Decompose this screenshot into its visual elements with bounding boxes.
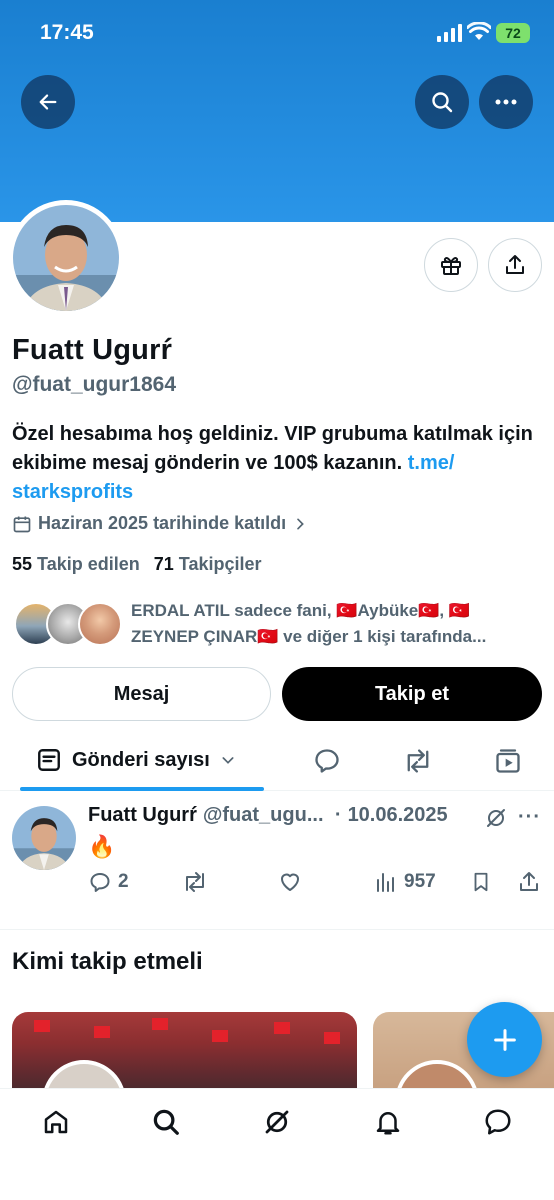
- bell-icon[interactable]: [373, 1107, 403, 1137]
- grok-icon[interactable]: [262, 1107, 292, 1137]
- post-author-handle[interactable]: @fuat_ugu...: [203, 804, 329, 827]
- plus-icon: [493, 1028, 516, 1051]
- bottom-nav: [0, 1088, 554, 1200]
- messages-icon[interactable]: [483, 1107, 513, 1137]
- chevron-down-icon: [222, 757, 234, 764]
- status-time: 17:45: [40, 21, 94, 44]
- search-icon[interactable]: [151, 1107, 181, 1137]
- reply-button[interactable]: 2: [88, 870, 129, 894]
- who-to-follow-title: Kimi takip etmeli: [12, 948, 203, 975]
- joined-label: Haziran 2025 tarihinde katıldı: [38, 513, 287, 533]
- share-profile-button[interactable]: [488, 238, 542, 292]
- tab-posts-label: Gönderi sayısı: [72, 748, 210, 771]
- followed-by-text: ERDAL ATIL sadece fani, 🇹🇷Aybüke🇹🇷, 🇹🇷 Z…: [131, 598, 531, 650]
- share-post-button[interactable]: [517, 870, 541, 894]
- post-content: 🔥: [88, 834, 116, 859]
- following-count: 55: [12, 554, 33, 574]
- views-button[interactable]: 957: [374, 870, 436, 894]
- reply-count: 2: [118, 871, 129, 892]
- follow-button[interactable]: Takip et: [282, 667, 542, 721]
- battery-level: 72: [505, 25, 521, 41]
- signal-icon: [437, 24, 462, 42]
- followers-label: Takipçiler: [178, 554, 262, 574]
- more-icon: [495, 99, 517, 105]
- message-button[interactable]: Mesaj: [12, 667, 271, 721]
- flag-decoration: [34, 1020, 50, 1032]
- like-button[interactable]: [278, 870, 302, 894]
- share-icon: [520, 872, 538, 891]
- reply-icon: [90, 873, 110, 892]
- profile-avatar[interactable]: [8, 200, 124, 316]
- posts-icon: [38, 749, 60, 771]
- post-date[interactable]: 10.06.2025: [348, 804, 448, 827]
- flag-decoration: [274, 1022, 290, 1034]
- wifi-icon: [467, 22, 491, 40]
- flag-decoration: [212, 1030, 228, 1042]
- follower-avatar: [78, 602, 122, 646]
- followers-stat[interactable]: 71 Takipçiler: [154, 554, 262, 575]
- followed-by-line: ZEYNEP ÇINAR🇹🇷 ve diğer 1 kişi tarafında…: [131, 627, 487, 646]
- flag-decoration: [94, 1026, 110, 1038]
- repost-button[interactable]: [182, 870, 208, 894]
- avatar-photo: [13, 205, 119, 311]
- tab-posts[interactable]: Gönderi sayısı: [36, 747, 236, 773]
- tab-media[interactable]: [494, 747, 522, 775]
- battery-indicator: 72: [496, 23, 530, 43]
- repost-icon: [186, 872, 204, 892]
- flag-decoration: [324, 1032, 340, 1044]
- avatar-photo: [12, 806, 76, 870]
- post-item[interactable]: Fuatt Ugurŕ @fuat_ugu... · 10.06.2025 ··…: [0, 792, 554, 930]
- compose-button[interactable]: [467, 1002, 542, 1077]
- post-header: Fuatt Ugurŕ @fuat_ugu... · 10.06.2025: [88, 804, 448, 827]
- bookmark-button[interactable]: [470, 870, 492, 894]
- profile-bio: Özel hesabıma hoş geldiniz. VIP grubuma …: [12, 420, 552, 507]
- followers-count: 71: [153, 554, 174, 574]
- back-button[interactable]: [21, 75, 75, 129]
- post-separator: ·: [334, 804, 342, 826]
- joined-date[interactable]: Haziran 2025 tarihinde katıldı: [12, 513, 308, 534]
- followed-by-line: ERDAL ATIL sadece fani, 🇹🇷Aybüke🇹🇷, 🇹🇷: [131, 601, 471, 620]
- status-bar: 17:45 72: [0, 0, 554, 66]
- chevron-right-icon: [297, 518, 304, 529]
- gift-icon: [441, 257, 461, 275]
- home-icon[interactable]: [41, 1107, 71, 1137]
- share-icon: [506, 255, 524, 274]
- back-arrow-icon: [39, 94, 57, 110]
- profile-handle: @fuat_ugur1864: [12, 373, 177, 396]
- gift-button[interactable]: [424, 238, 478, 292]
- views-count: 957: [404, 871, 436, 892]
- active-tab-indicator: [20, 787, 264, 791]
- post-author-name[interactable]: Fuatt Ugurŕ: [88, 804, 197, 827]
- follow-stats: 55 Takip edilen 71 Takipçiler: [12, 554, 262, 575]
- post-more-icon[interactable]: ···: [518, 806, 541, 829]
- followed-by-row[interactable]: ERDAL ATIL sadece fani, 🇹🇷Aybüke🇹🇷, 🇹🇷 Z…: [14, 600, 544, 650]
- search-icon: [432, 92, 453, 113]
- following-label: Takip edilen: [37, 554, 140, 574]
- tab-replies[interactable]: [313, 747, 341, 775]
- profile-tabs: Gönderi sayısı: [0, 733, 554, 791]
- following-stat[interactable]: 55 Takip edilen: [12, 554, 140, 575]
- flag-decoration: [152, 1018, 168, 1030]
- post-actions: 2 957: [88, 870, 548, 898]
- views-icon: [377, 873, 394, 892]
- search-button[interactable]: [415, 75, 469, 129]
- bio-text: Özel hesabıma hoş geldiniz. VIP grubuma …: [12, 423, 533, 474]
- profile-name: Fuatt Ugurŕ: [12, 334, 173, 366]
- post-avatar[interactable]: [12, 806, 76, 870]
- bookmark-icon: [474, 872, 488, 892]
- tab-reposts[interactable]: [403, 747, 433, 775]
- calendar-icon: [13, 516, 31, 532]
- like-icon: [281, 873, 299, 891]
- more-button[interactable]: [479, 75, 533, 129]
- grok-icon[interactable]: [484, 806, 508, 830]
